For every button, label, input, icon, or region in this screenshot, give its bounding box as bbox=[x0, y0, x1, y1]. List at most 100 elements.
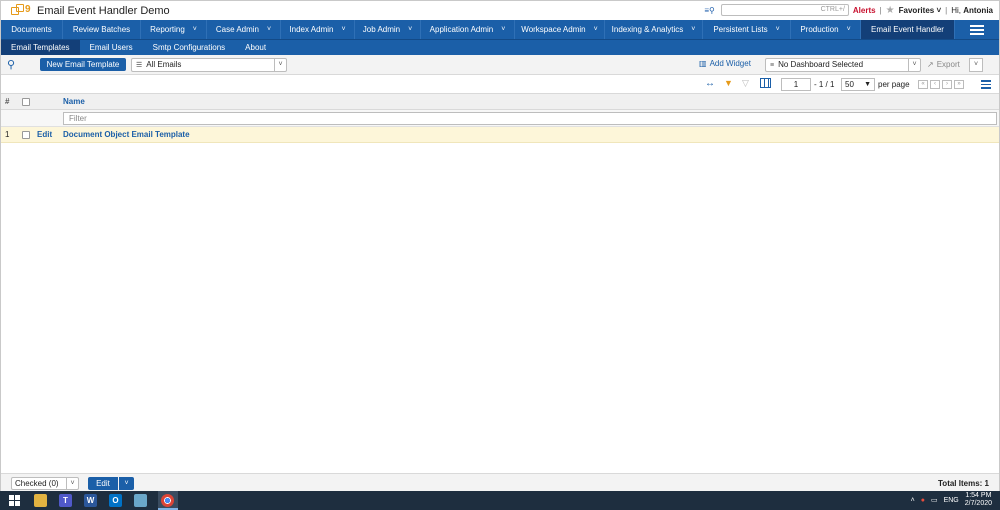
bar-chart-icon: ▥ bbox=[699, 59, 707, 68]
row-number: 1 bbox=[5, 130, 10, 139]
nav-tab-indexing-analytics[interactable]: Indexing & Analytics ˅ bbox=[605, 20, 703, 39]
star-icon: ★ bbox=[885, 4, 895, 16]
add-widget-button[interactable]: ▥ Add Widget bbox=[699, 59, 751, 68]
per-page-value: 50 bbox=[845, 80, 854, 89]
export-menu-chevron-icon[interactable]: ˅ bbox=[969, 58, 983, 72]
app-logo[interactable]: 9 bbox=[11, 3, 33, 18]
chevron-down-icon: ˅ bbox=[341, 26, 346, 33]
hamburger-menu-icon[interactable] bbox=[955, 20, 999, 39]
nav-tab-label: Indexing & Analytics bbox=[611, 25, 684, 34]
mass-edit-chevron-icon[interactable]: ˅ bbox=[119, 477, 134, 490]
name-filter-input[interactable]: Filter bbox=[63, 112, 997, 125]
nav-tab-label: Documents bbox=[11, 25, 52, 34]
file-explorer-icon[interactable] bbox=[34, 494, 47, 507]
export-icon: ↗ bbox=[927, 60, 934, 69]
nav-tab-persistent-lists[interactable]: Persistent Lists ˅ bbox=[703, 20, 791, 39]
dashboard-select[interactable]: ≡ No Dashboard Selected ˅ bbox=[765, 58, 921, 72]
new-email-template-button[interactable]: New Email Template bbox=[40, 58, 126, 71]
teams-icon[interactable]: T bbox=[59, 494, 72, 507]
favorites-label: Favorites bbox=[898, 5, 935, 15]
grid-menu-icon[interactable] bbox=[981, 80, 991, 89]
last-page-icon[interactable]: » bbox=[954, 80, 964, 89]
filter-row: Filter bbox=[1, 110, 999, 127]
word-icon[interactable]: W bbox=[84, 494, 97, 507]
subtab-email-templates[interactable]: Email Templates bbox=[1, 40, 80, 55]
quick-nav-search-input[interactable]: CTRL+/ bbox=[720, 4, 849, 16]
chevron-down-icon: ˅ bbox=[274, 59, 286, 71]
clock[interactable]: 1:54 PM 2/7/2020 bbox=[965, 492, 992, 508]
system-tray: ˄ ● ▭ ENG 1:54 PM 2/7/2020 bbox=[911, 492, 992, 508]
next-page-icon[interactable]: › bbox=[942, 80, 952, 89]
nav-tab-job-admin[interactable]: Job Admin ˅ bbox=[355, 20, 421, 39]
list-footer: Checked (0) ˅ Edit ˅ Total Items: 1 bbox=[1, 473, 999, 492]
email-templates-table: # Name Filter 1 Edit Document Object Ema… bbox=[1, 93, 999, 143]
expand-width-icon[interactable]: ↔ bbox=[705, 78, 715, 89]
subtab-email-users[interactable]: Email Users bbox=[80, 40, 143, 55]
chevron-down-icon: ˅ bbox=[501, 26, 506, 33]
first-page-icon[interactable]: « bbox=[918, 80, 928, 89]
sub-nav: Email Templates Email Users Smtp Configu… bbox=[1, 39, 999, 55]
row-edit-link[interactable]: Edit bbox=[37, 130, 63, 139]
chevron-down-icon: ˅ bbox=[691, 26, 696, 33]
windows-start-icon[interactable] bbox=[9, 494, 20, 507]
nav-tab-label: Review Batches bbox=[72, 25, 131, 34]
page-number-input[interactable]: 1 bbox=[781, 78, 811, 91]
view-select[interactable]: ☰ All Emails ˅ bbox=[131, 58, 287, 72]
user-menu[interactable]: Hi, Antonia bbox=[951, 6, 993, 15]
subtab-smtp-configurations[interactable]: Smtp Configurations bbox=[143, 40, 235, 55]
search-icon[interactable]: ⚲ bbox=[7, 58, 23, 72]
language-indicator[interactable]: ENG bbox=[944, 497, 959, 504]
column-header-name[interactable]: Name bbox=[63, 97, 999, 106]
nav-tab-review-batches[interactable]: Review Batches bbox=[63, 20, 141, 39]
quick-nav-search-icon[interactable]: ≡⚲ bbox=[704, 6, 715, 15]
columns-grid-icon[interactable] bbox=[760, 78, 771, 88]
subtab-about[interactable]: About bbox=[235, 40, 276, 55]
nav-tab-production[interactable]: Production ˅ bbox=[791, 20, 861, 39]
nav-tab-label: Reporting bbox=[150, 25, 185, 34]
nav-tab-label: Persistent Lists bbox=[713, 25, 768, 34]
favorites-menu[interactable]: Favorites ˅ bbox=[899, 6, 941, 15]
nav-tab-label: Job Admin bbox=[362, 25, 401, 34]
nav-tab-index-admin[interactable]: Index Admin ˅ bbox=[281, 20, 355, 39]
row-name-link[interactable]: Document Object Email Template bbox=[63, 130, 999, 139]
user-name: Antonia bbox=[963, 5, 993, 15]
nav-tab-label: Index Admin bbox=[289, 25, 334, 34]
nav-tab-email-event-handler[interactable]: Email Event Handler bbox=[861, 20, 955, 39]
clear-filter-icon[interactable]: ▽ bbox=[742, 78, 749, 89]
outlook-icon[interactable]: O bbox=[109, 494, 122, 507]
checked-items-value: Checked (0) bbox=[15, 479, 59, 488]
chevron-down-icon: ˅ bbox=[192, 26, 197, 33]
chevron-down-icon: ˅ bbox=[593, 26, 598, 33]
nav-tab-label: Email Event Handler bbox=[871, 25, 944, 34]
page-count: - 1 / 1 bbox=[814, 80, 835, 89]
checked-items-select[interactable]: Checked (0) ˅ bbox=[11, 477, 79, 490]
chevron-up-icon[interactable]: ˄ bbox=[911, 497, 915, 504]
greeting-prefix: Hi, bbox=[951, 5, 961, 15]
chevron-down-icon: ˅ bbox=[66, 478, 78, 489]
row-checkbox[interactable] bbox=[22, 130, 30, 139]
select-all-checkbox[interactable] bbox=[22, 97, 30, 106]
filter-icon[interactable]: ▼ bbox=[724, 78, 733, 88]
alerts-link[interactable]: Alerts bbox=[853, 6, 876, 15]
app-icon[interactable] bbox=[134, 494, 147, 507]
nav-tab-documents[interactable]: Documents bbox=[1, 20, 63, 39]
prev-page-icon[interactable]: ‹ bbox=[930, 80, 940, 89]
chevron-down-icon: ˅ bbox=[267, 26, 272, 33]
nav-tab-reporting[interactable]: Reporting ˅ bbox=[141, 20, 207, 39]
nav-tab-case-admin[interactable]: Case Admin ˅ bbox=[207, 20, 281, 39]
nav-tab-application-admin[interactable]: Application Admin ˅ bbox=[421, 20, 515, 39]
per-page-select[interactable]: 50 ▼ bbox=[841, 78, 875, 91]
network-icon[interactable]: ▭ bbox=[931, 496, 938, 504]
status-icon[interactable]: ● bbox=[921, 497, 925, 504]
app-title: Email Event Handler Demo bbox=[37, 4, 170, 17]
list-toolbar: ⚲ New Email Template ☰ All Emails ˅ ▥ Add … bbox=[1, 55, 999, 75]
app-window: 9 Email Event Handler Demo ≡⚲ CTRL+/ Ale… bbox=[0, 0, 1000, 510]
list-view-icon: ☰ bbox=[136, 62, 143, 69]
chevron-down-icon: ˅ bbox=[408, 26, 413, 33]
mass-edit-button[interactable]: Edit bbox=[88, 477, 118, 490]
chrome-icon[interactable] bbox=[161, 494, 174, 507]
nav-tab-workspace-admin[interactable]: Workspace Admin ˅ bbox=[515, 20, 605, 39]
nav-tab-label: Workspace Admin bbox=[521, 25, 586, 34]
add-widget-label: Add Widget bbox=[709, 59, 751, 68]
separator: | bbox=[879, 5, 882, 15]
